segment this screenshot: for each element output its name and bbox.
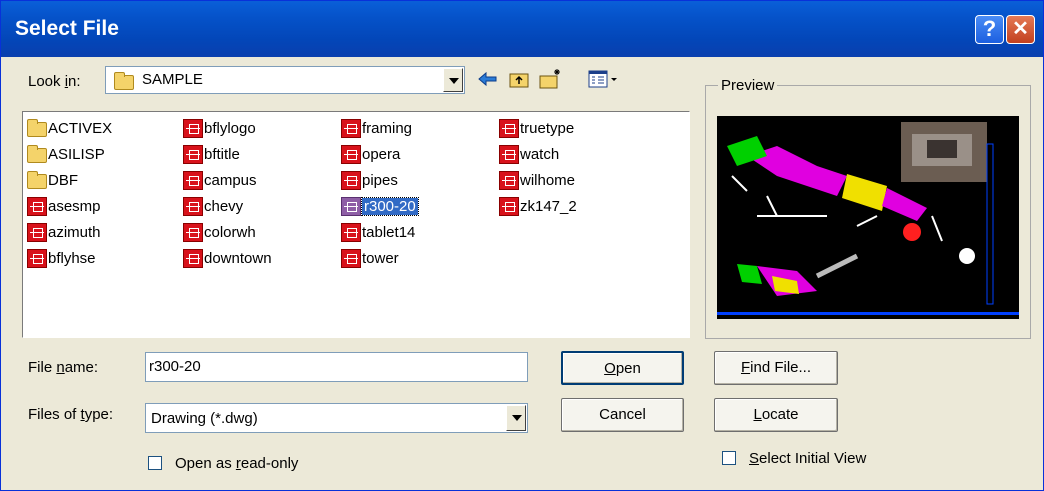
file-list-item[interactable]: bflylogo (183, 118, 256, 138)
file-list-item[interactable]: wilhome (499, 170, 575, 190)
dwg-file-icon (341, 144, 361, 164)
file-name-text: wilhome (520, 171, 576, 189)
file-name-text: ACTIVEX (48, 119, 113, 137)
file-name-text: tablet14 (362, 223, 416, 241)
drawing-preview (717, 116, 1019, 319)
drawing-thumbnail (717, 116, 1019, 319)
file-type-dropdown[interactable]: Drawing (*.dwg) (145, 403, 528, 433)
file-name-text: framing (362, 119, 413, 137)
look-in-dropdown[interactable]: SAMPLE (105, 66, 465, 94)
up-folder-icon[interactable] (507, 67, 531, 91)
file-list-item[interactable]: tablet14 (341, 222, 415, 242)
dwg-file-icon (341, 118, 361, 138)
file-list-item[interactable]: tower (341, 248, 399, 268)
file-list-item[interactable]: zk147_2 (499, 196, 577, 216)
select-initial-view-label[interactable]: Select Initial View (749, 450, 866, 467)
look-in-label: Look in: (28, 73, 81, 90)
file-name-text: truetype (520, 119, 575, 137)
dwg-file-icon (27, 222, 47, 242)
dwg-file-icon (183, 144, 203, 164)
open-button[interactable]: Open (561, 351, 684, 385)
window-title: Select File (15, 17, 119, 40)
file-name-text: pipes (362, 171, 398, 189)
read-only-label[interactable]: Open as read-only (175, 455, 298, 472)
file-type-value: Drawing (*.dwg) (151, 410, 258, 427)
file-name-text: r300-20 (361, 196, 419, 216)
file-list-item[interactable]: azimuth (27, 222, 101, 242)
locate-button[interactable]: Locate (714, 398, 838, 432)
dwg-file-icon (183, 170, 203, 190)
read-only-checkbox[interactable] (148, 456, 162, 470)
file-list-item[interactable]: opera (341, 144, 400, 164)
file-name-input[interactable]: r300-20 (145, 352, 528, 382)
file-name-text: zk147_2 (520, 197, 577, 215)
file-list-item[interactable]: bflyhse (27, 248, 96, 268)
dwg-file-icon (341, 170, 361, 190)
folder-icon (114, 72, 134, 90)
file-list-item[interactable]: watch (499, 144, 559, 164)
file-name-text: ASILISP (48, 145, 105, 163)
dwg-file-icon (183, 118, 203, 138)
file-list-item[interactable]: campus (183, 170, 257, 190)
dwg-file-icon (183, 222, 203, 242)
dwg-file-icon (341, 222, 361, 242)
file-name-text: bftitle (204, 145, 240, 163)
cancel-button[interactable]: Cancel (561, 398, 684, 432)
file-name-text: colorwh (204, 223, 256, 241)
chevron-down-icon[interactable] (443, 68, 463, 92)
file-list-item[interactable]: pipes (341, 170, 398, 190)
file-list-item[interactable]: chevy (183, 196, 243, 216)
file-type-label: Files of type: (28, 406, 114, 423)
dwg-file-icon (499, 170, 519, 190)
dwg-file-icon (341, 196, 361, 216)
dwg-file-icon (183, 196, 203, 216)
folder-list-item[interactable]: DBF (27, 170, 78, 190)
dwg-file-icon (341, 248, 361, 268)
dwg-file-icon (27, 196, 47, 216)
file-name-text: tower (362, 249, 399, 267)
close-icon[interactable]: ✕ (1006, 15, 1035, 44)
file-list-item[interactable]: truetype (499, 118, 574, 138)
file-list-item[interactable]: downtown (183, 248, 272, 268)
file-name-text: bflylogo (204, 119, 256, 137)
dwg-file-icon (183, 248, 203, 268)
chevron-down-icon[interactable] (506, 405, 526, 431)
folder-icon (27, 118, 47, 137)
file-name-text: bflyhse (48, 249, 96, 267)
select-file-dialog: Select File ? ✕ Look in: SAMPLE ACTIVEX A… (0, 0, 1044, 491)
preview-label: Preview (718, 77, 778, 94)
file-name-text: azimuth (48, 223, 101, 241)
file-name-text: asesmp (48, 197, 101, 215)
file-name-text: DBF (48, 171, 78, 189)
file-name-text: chevy (204, 197, 244, 215)
find-file-button[interactable]: Find File... (714, 351, 838, 385)
title-bar: Select File ? ✕ (1, 1, 1043, 57)
file-list-item[interactable]: bftitle (183, 144, 240, 164)
dwg-file-icon (499, 118, 519, 138)
back-arrow-icon[interactable] (476, 67, 500, 91)
dwg-file-icon (499, 144, 519, 164)
file-name-text: downtown (204, 249, 272, 267)
file-list-item[interactable]: framing (341, 118, 412, 138)
folder-list-item[interactable]: ASILISP (27, 144, 105, 164)
file-name-text: watch (520, 145, 560, 163)
new-folder-icon[interactable] (538, 67, 562, 91)
file-name-text: campus (204, 171, 257, 189)
file-name-text: opera (362, 145, 401, 163)
view-menu-icon[interactable] (587, 67, 621, 91)
help-icon[interactable]: ? (975, 15, 1004, 44)
select-initial-view-checkbox[interactable] (722, 451, 736, 465)
file-name-label: File name: (28, 359, 99, 376)
dwg-file-icon (27, 248, 47, 268)
file-list[interactable]: ACTIVEX ASILISP DBF asesmp azimuth bflyhse bfl… (22, 111, 690, 338)
folder-list-item[interactable]: ACTIVEX (27, 118, 112, 138)
file-list-item[interactable]: colorwh (183, 222, 256, 242)
folder-icon (27, 170, 47, 189)
look-in-value: SAMPLE (142, 71, 203, 88)
dwg-file-icon (499, 196, 519, 216)
file-list-item[interactable]: r300-20 (341, 196, 419, 216)
folder-icon (27, 144, 47, 163)
file-list-item[interactable]: asesmp (27, 196, 101, 216)
